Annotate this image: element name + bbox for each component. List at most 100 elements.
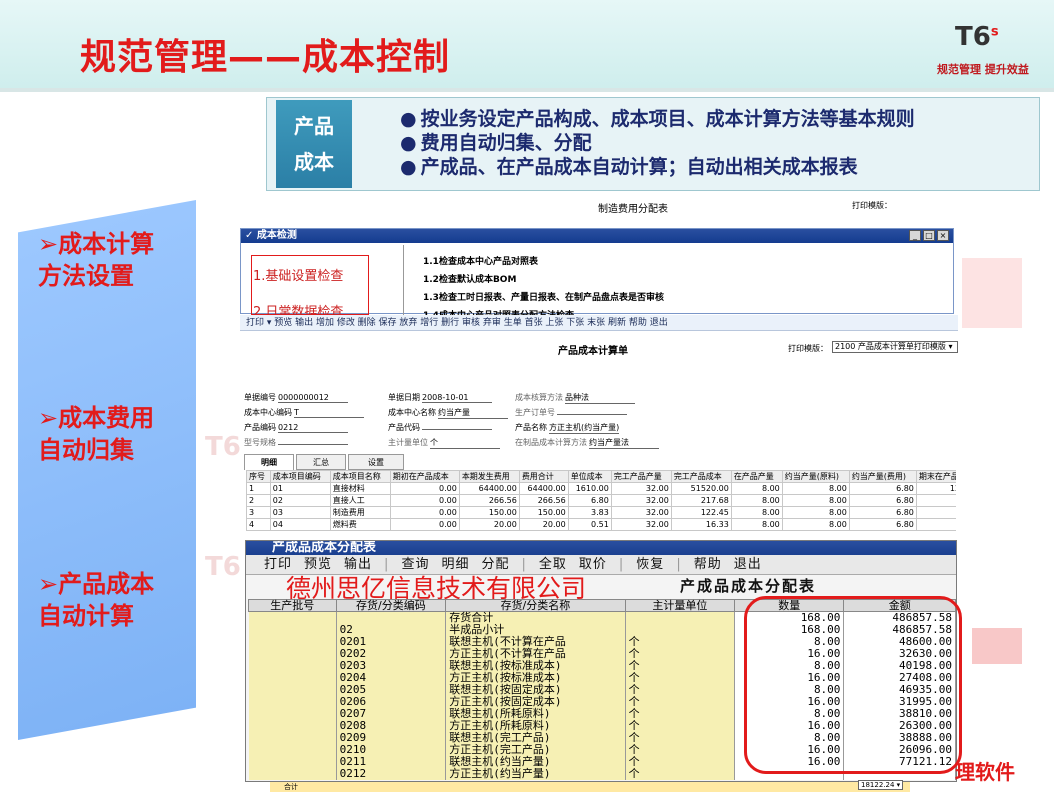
table-cell[interactable] — [625, 623, 736, 636]
table-cell[interactable]: 04 — [269, 518, 331, 531]
table-cell[interactable]: 0209 — [336, 731, 447, 744]
table-cell[interactable]: 6.80 — [848, 506, 917, 519]
center-code-field[interactable]: 成本中心编码 T — [244, 407, 364, 418]
column-header[interactable]: 主计量单位 — [624, 599, 736, 612]
table-cell[interactable] — [248, 707, 337, 720]
table-cell[interactable]: 8.00 — [730, 518, 783, 531]
table-cell[interactable]: 方正主机(不计算在产品 — [445, 647, 626, 660]
table-cell[interactable] — [248, 611, 337, 624]
alloc-toolbar-button[interactable]: 恢复 — [636, 557, 664, 572]
column-header[interactable]: 期初在产品成本 — [389, 470, 460, 483]
table-cell[interactable] — [248, 695, 337, 708]
table-cell[interactable]: 0208 — [336, 719, 447, 732]
table-cell[interactable]: 02 — [336, 623, 447, 636]
check-item[interactable]: 1.2检查默认成本BOM — [423, 272, 516, 285]
table-cell[interactable]: 0.00 — [389, 494, 460, 507]
table-cell[interactable] — [248, 755, 337, 768]
column-header[interactable]: 单位成本 — [567, 470, 612, 483]
table-cell[interactable]: 6.80 — [848, 518, 917, 531]
wip-method-field[interactable]: 在制品成本计算方法 约当产量法 — [515, 437, 659, 449]
column-header[interactable]: 生产批号 — [248, 599, 337, 612]
table-cell[interactable]: 150.00 — [458, 506, 520, 519]
table-cell[interactable]: 48.9 — [915, 494, 956, 507]
table-cell[interactable]: 个 — [625, 659, 736, 672]
table-cell[interactable]: 1610.00 — [567, 482, 612, 495]
table-cell[interactable]: 0206 — [336, 695, 447, 708]
table-cell[interactable]: 0204 — [336, 671, 447, 684]
table-cell[interactable] — [336, 611, 447, 624]
table-cell[interactable]: 2 — [246, 494, 271, 507]
table-cell[interactable] — [625, 611, 736, 624]
table-cell[interactable]: 0.00 — [389, 506, 460, 519]
basic-settings-check-link[interactable]: 1.基础设置检查 — [253, 265, 343, 284]
table-cell[interactable]: 6.80 — [848, 482, 917, 495]
table-cell[interactable]: 直接人工 — [329, 494, 391, 507]
table-row[interactable]: 1 01 直接材料 0.00 64400.00 64400.00 1610.00 32.00 5… — [246, 482, 956, 495]
product-name-field[interactable]: 产品名称 方正主机(约当产量) — [515, 422, 620, 434]
minimize-button[interactable]: _ — [909, 230, 921, 241]
table-cell[interactable]: 方正主机(约当产量) — [445, 767, 626, 780]
table-cell[interactable]: 方正主机(按标准成本) — [445, 671, 626, 684]
table-row[interactable]: 2 02 直接人工 0.00 266.56 266.56 6.80 32.00 217.68 8.… — [246, 494, 956, 507]
table-cell[interactable]: 直接材料 — [329, 482, 391, 495]
table-cell[interactable]: 8.00 — [781, 482, 850, 495]
table-cell[interactable]: 8.00 — [730, 482, 783, 495]
table-cell[interactable]: 3.6 — [915, 518, 956, 531]
column-header[interactable]: 存货/分类编码 — [335, 599, 447, 612]
table-cell[interactable]: 6.80 — [848, 494, 917, 507]
table-cell[interactable]: 个 — [625, 635, 736, 648]
product-code-field[interactable]: 产品编码 0212 — [244, 422, 348, 433]
table-cell[interactable]: 个 — [625, 755, 736, 768]
tab-summary[interactable]: 汇总 — [296, 454, 346, 470]
table-cell[interactable]: 150.00 — [518, 506, 569, 519]
table-cell[interactable]: 个 — [625, 683, 736, 696]
table-cell[interactable]: 联想主机(约当产量) — [445, 755, 626, 768]
table-cell[interactable]: 20.00 — [518, 518, 569, 531]
doc-date-field[interactable]: 单据日期 2008-10-01 — [388, 392, 492, 403]
table-cell[interactable]: 20.00 — [458, 518, 520, 531]
alloc-toolbar-button[interactable]: 退出 — [734, 557, 762, 572]
table-cell[interactable]: 0207 — [336, 707, 447, 720]
table-cell[interactable] — [248, 683, 337, 696]
table-row[interactable]: 3 03 制造费用 0.00 150.00 150.00 3.83 32.00 122.45 8.… — [246, 506, 956, 519]
table-cell[interactable]: 64400.00 — [518, 482, 569, 495]
table-cell[interactable]: 266.56 — [458, 494, 520, 507]
table-cell[interactable]: 方正主机(所耗原料) — [445, 719, 626, 732]
table-cell[interactable]: 0211 — [336, 755, 447, 768]
column-header[interactable]: 成本项目名称 — [329, 470, 391, 483]
table-cell[interactable]: 联想主机(所耗原料) — [445, 707, 626, 720]
table-cell[interactable]: 122.45 — [670, 506, 732, 519]
column-header[interactable]: 序号 — [246, 470, 271, 483]
check-item[interactable]: 1.3检查工时日报表、产量日报表、在制产品盘点表是否审核 — [423, 290, 664, 303]
table-cell[interactable]: 8.00 — [730, 494, 783, 507]
table-cell[interactable]: 0205 — [336, 683, 447, 696]
table-cell[interactable]: 制造费用 — [329, 506, 391, 519]
order-no-field[interactable]: 生产订单号 — [515, 407, 627, 418]
table-cell[interactable] — [248, 719, 337, 732]
close-button[interactable]: × — [937, 230, 949, 241]
table-cell[interactable]: 27.5 — [915, 506, 956, 519]
product-id-field[interactable]: 产品代码 — [388, 422, 492, 433]
table-cell[interactable]: 8.00 — [781, 494, 850, 507]
table-cell[interactable] — [248, 635, 337, 648]
column-header[interactable]: 在产品产量 — [730, 470, 783, 483]
column-header[interactable]: 期末在产品成本 — [915, 470, 956, 483]
table-cell[interactable]: 217.68 — [670, 494, 732, 507]
table-cell[interactable]: 8.00 — [730, 506, 783, 519]
table-cell[interactable]: 联想主机(按固定成本) — [445, 683, 626, 696]
table-cell[interactable]: 3 — [246, 506, 271, 519]
table-cell[interactable]: 0.00 — [389, 482, 460, 495]
table-cell[interactable]: 个 — [625, 731, 736, 744]
alloc-toolbar-button[interactable]: 帮助 — [694, 557, 722, 572]
column-header[interactable]: 本期发生费用 — [458, 470, 520, 483]
table-cell[interactable]: 0.00 — [389, 518, 460, 531]
table-cell[interactable]: 16.33 — [670, 518, 732, 531]
table-cell[interactable]: 联想主机(不计算在产品 — [445, 635, 626, 648]
table-cell[interactable]: 联想主机(完工产品) — [445, 731, 626, 744]
table-cell[interactable]: 0.51 — [567, 518, 612, 531]
table-cell[interactable]: 燃料费 — [329, 518, 391, 531]
table-cell[interactable] — [248, 743, 337, 756]
table-cell[interactable] — [248, 647, 337, 660]
table-cell[interactable]: 存货合计 — [445, 611, 626, 624]
column-header[interactable]: 完工产品产量 — [610, 470, 672, 483]
